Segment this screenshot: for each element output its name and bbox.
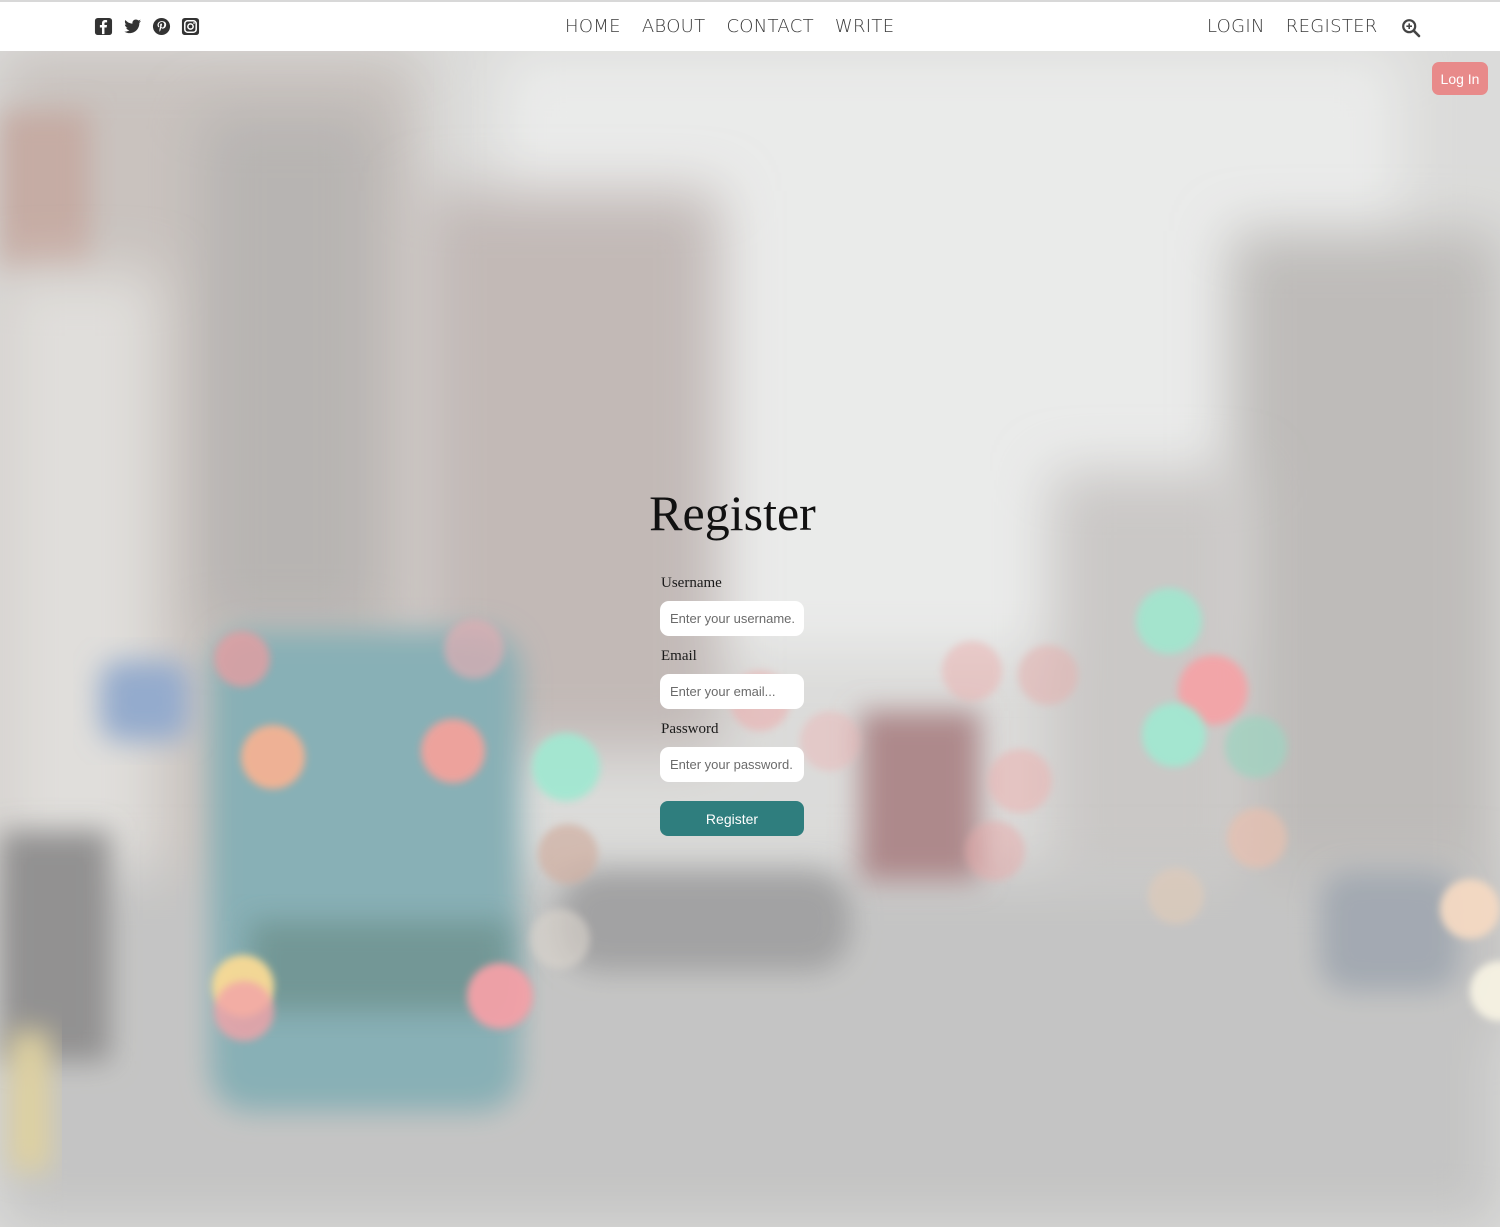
nav-home-link[interactable]: HOME (565, 15, 621, 39)
password-label: Password (661, 721, 719, 737)
instagram-icon[interactable] (181, 17, 200, 36)
auth-nav: LOGIN REGISTER (1207, 15, 1378, 39)
password-field[interactable] (660, 747, 804, 782)
search-icon[interactable] (1401, 18, 1421, 38)
email-label: Email (661, 648, 697, 664)
page-title: Register (649, 485, 816, 541)
nav-write-link[interactable]: WRITE (835, 15, 894, 39)
register-form: Username Email Password Register (660, 573, 804, 836)
main-nav: HOME ABOUT CONTACT WRITE (565, 15, 894, 39)
username-field[interactable] (660, 601, 804, 636)
login-button[interactable]: Log In (1432, 62, 1488, 95)
register-button[interactable]: Register (660, 801, 804, 836)
nav-contact-link[interactable]: CONTACT (726, 15, 813, 39)
nav-about-link[interactable]: ABOUT (642, 15, 706, 39)
twitter-icon[interactable] (123, 17, 142, 36)
pinterest-icon[interactable] (152, 17, 171, 36)
field-spacer (660, 709, 804, 719)
nav-register-link[interactable]: REGISTER (1286, 15, 1378, 39)
top-navbar: HOME ABOUT CONTACT WRITE LOGIN REGISTER (0, 0, 1500, 51)
social-icons (94, 17, 200, 36)
nav-login-link[interactable]: LOGIN (1207, 15, 1265, 39)
username-label: Username (661, 575, 722, 591)
field-spacer (660, 636, 804, 646)
facebook-square-icon[interactable] (94, 17, 113, 36)
email-field[interactable] (660, 674, 804, 709)
register-page: HOME ABOUT CONTACT WRITE LOGIN REGISTER … (0, 0, 1500, 1227)
